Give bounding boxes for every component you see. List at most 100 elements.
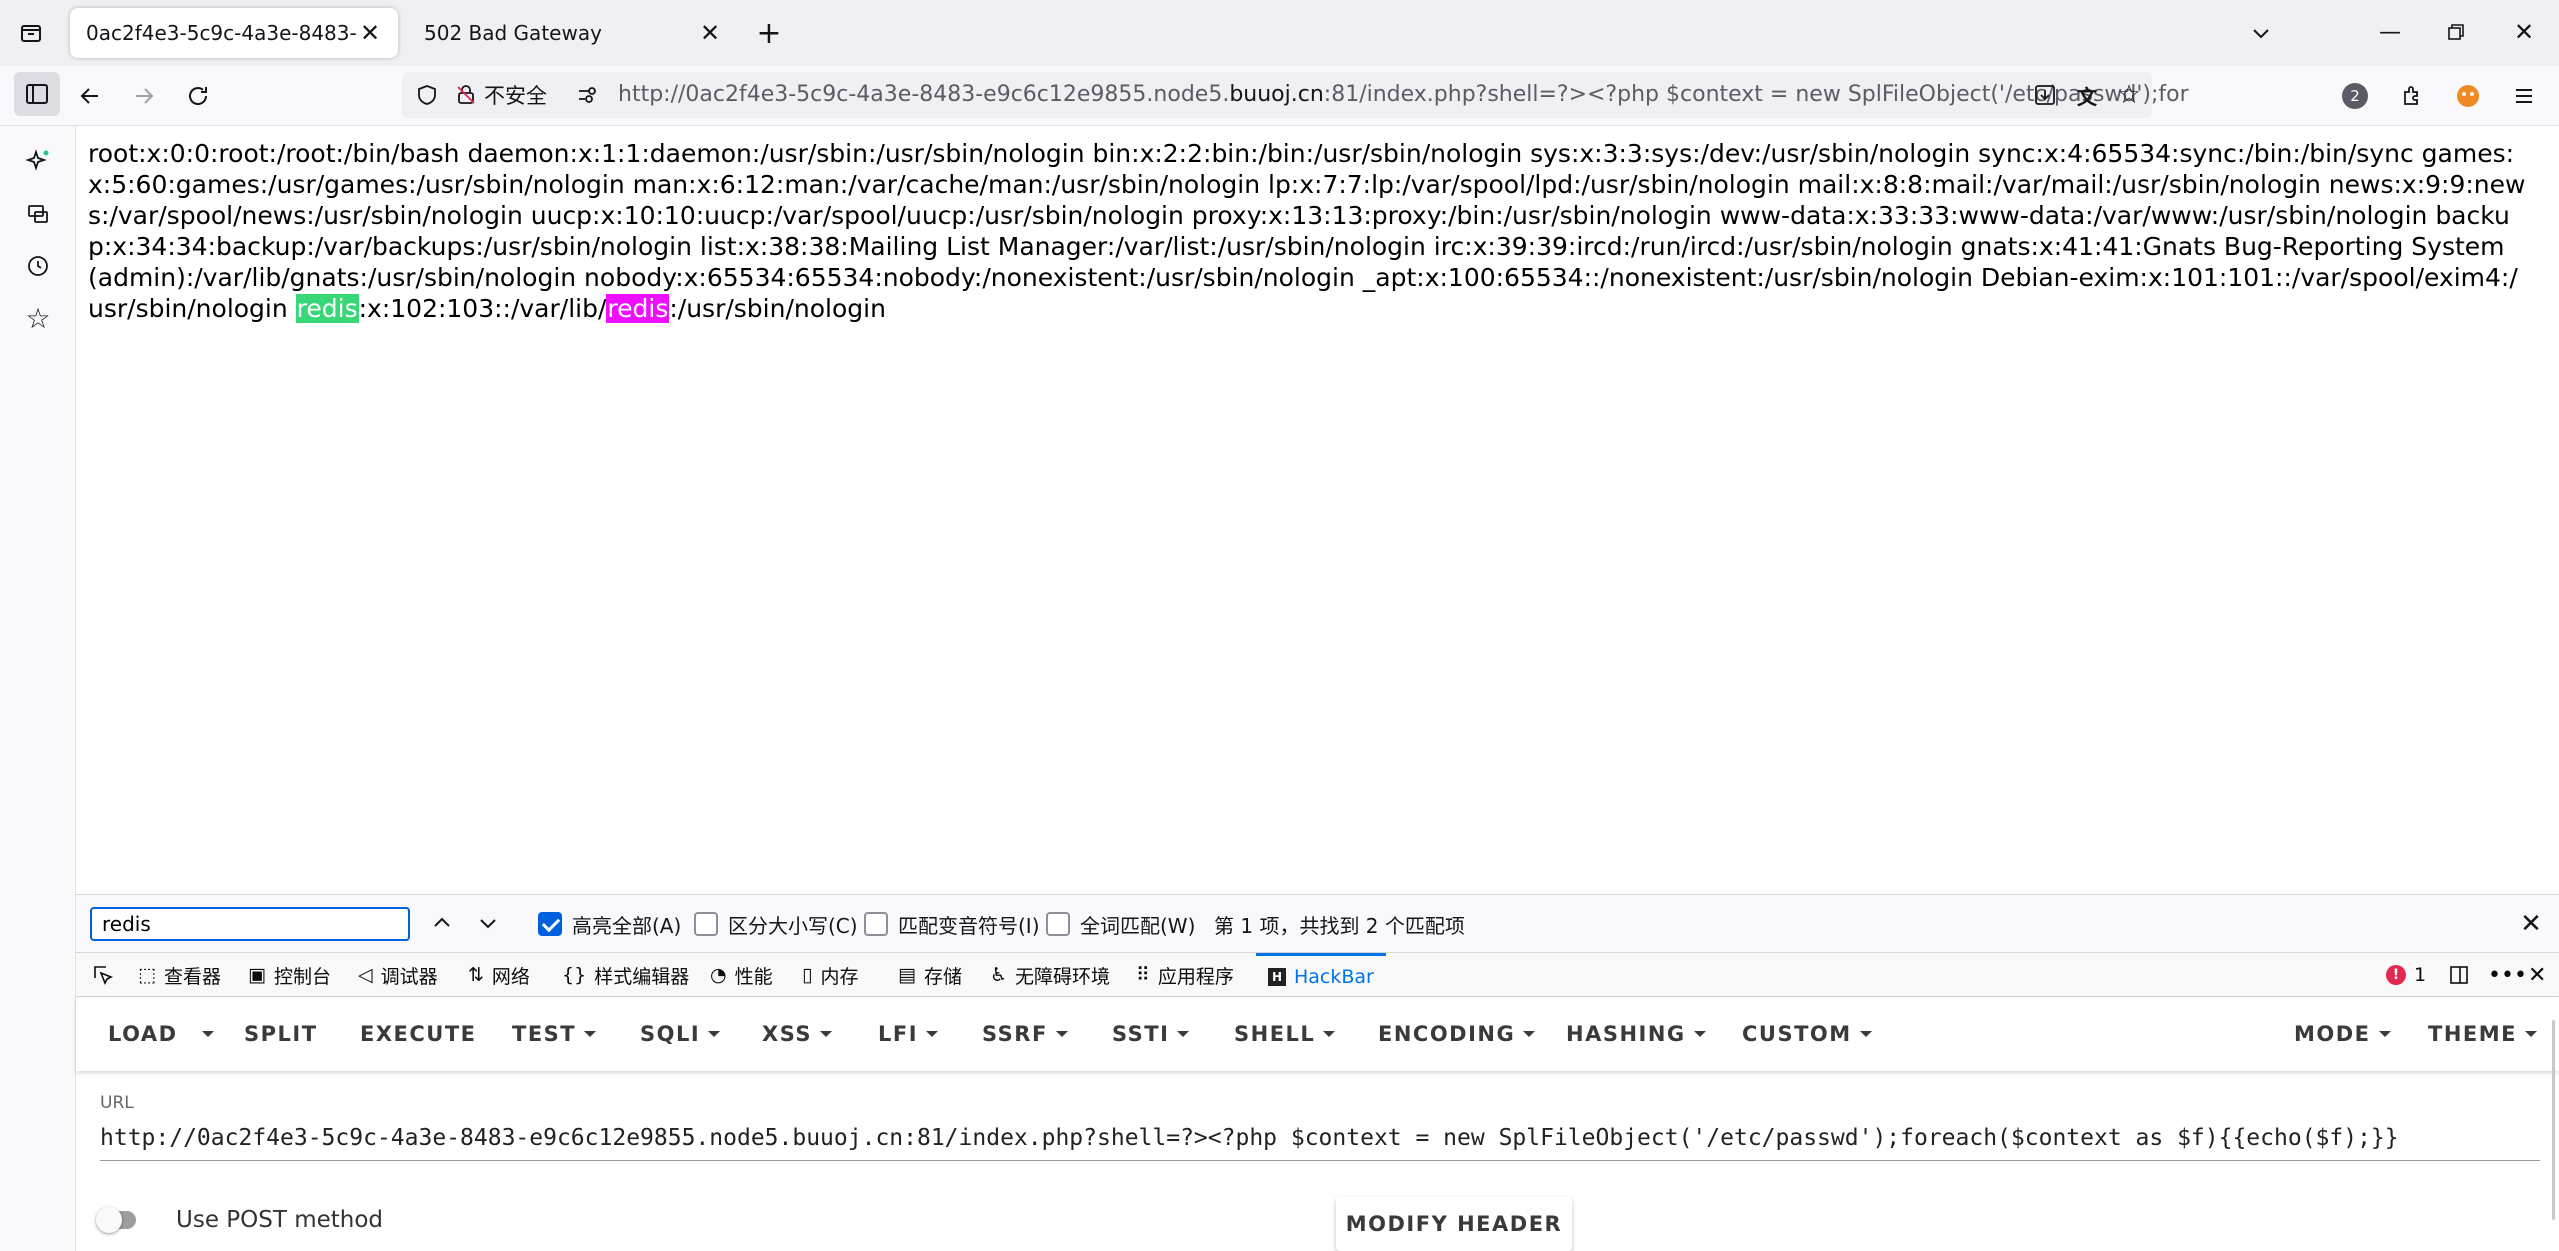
new-tab-icon[interactable]: +	[752, 16, 786, 51]
menu-label: HASHING	[1566, 1022, 1686, 1046]
ai-chat-icon[interactable]	[20, 144, 56, 180]
close-devtools-icon[interactable]: ✕	[2528, 953, 2546, 997]
tab-storage[interactable]: ▤ 存储	[898, 953, 962, 997]
xss-menu[interactable]: XSS	[762, 997, 832, 1071]
notification-badge[interactable]: 2	[2342, 83, 2368, 109]
highlight-all-checkbox[interactable]	[538, 912, 562, 936]
find-result-text: 第 1 项，共找到 2 个匹配项	[1214, 913, 1465, 938]
tab-debugger[interactable]: ◁ 调试器	[358, 953, 438, 997]
tab-label: 性能	[734, 965, 773, 988]
tab-style-editor[interactable]: {} 样式编辑器	[562, 953, 689, 997]
match-diacritics-option[interactable]: 匹配变音符号(I)	[864, 909, 1040, 939]
back-icon[interactable]	[72, 78, 108, 114]
post-method-toggle[interactable]	[96, 1207, 136, 1233]
hackbar-url-input[interactable]: http://0ac2f4e3-5c9c-4a3e-8483-e9c6c12e9…	[100, 1115, 2540, 1161]
caret-down-icon	[1055, 1031, 1068, 1037]
error-count[interactable]: ! 1	[2386, 953, 2426, 997]
tab-label: 内存	[820, 965, 859, 988]
sidebar-toggle-button[interactable]	[14, 72, 60, 116]
translate-icon[interactable]: 文	[2072, 80, 2102, 110]
download-icon[interactable]	[2030, 80, 2060, 110]
whole-words-option[interactable]: 全词匹配(W)	[1046, 909, 1195, 939]
find-next-icon[interactable]	[472, 907, 504, 939]
network-icon: ⇅	[468, 964, 484, 986]
permissions-icon[interactable]	[572, 80, 602, 110]
chevron-down-icon[interactable]	[2244, 16, 2278, 50]
encoding-menu[interactable]: ENCODING	[1378, 997, 1536, 1071]
restore-icon[interactable]	[2436, 14, 2476, 50]
tab-inspector[interactable]: ⬚ 查看器	[138, 953, 221, 997]
tab-label: 存储	[923, 965, 962, 988]
theme-menu[interactable]: THEME	[2428, 997, 2537, 1071]
load-dropdown-button[interactable]	[194, 997, 214, 1071]
star-icon[interactable]: ☆	[2114, 80, 2144, 110]
bookmarks-star-icon[interactable]: ☆	[20, 300, 56, 336]
caret-down-icon	[926, 1031, 939, 1037]
close-icon[interactable]: ✕	[698, 19, 722, 47]
insecure-indicator[interactable]: 不安全	[454, 79, 547, 111]
ssrf-menu[interactable]: SSRF	[982, 997, 1068, 1071]
sqli-menu[interactable]: SQLI	[640, 997, 721, 1071]
tab-console[interactable]: ▣ 控制台	[248, 953, 331, 997]
synced-tabs-icon[interactable]	[20, 196, 56, 232]
window-close-icon[interactable]: ✕	[2504, 14, 2544, 50]
tab-strip: 0ac2f4e3-5c9c-4a3e-8483-e9c6c ✕ 502 Bad …	[0, 0, 2559, 66]
url-text[interactable]: http://0ac2f4e3-5c9c-4a3e-8483-e9c6c12e9…	[618, 72, 2426, 118]
url-bar[interactable]: 不安全 http://0ac2f4e3-5c9c-4a3e-8483-e9c6c…	[402, 72, 2189, 118]
whole-words-checkbox[interactable]	[1046, 912, 1070, 936]
hackbar-icon: H	[1268, 967, 1286, 986]
history-icon[interactable]	[20, 248, 56, 284]
insecure-lock-icon	[457, 85, 475, 104]
execute-button[interactable]: EXECUTE	[360, 997, 477, 1071]
error-count-value: 1	[2414, 964, 2427, 986]
element-picker-icon[interactable]	[86, 953, 120, 997]
match-case-label: 区分大小写(C)	[728, 913, 858, 938]
find-input[interactable]	[90, 907, 410, 941]
insecure-label: 不安全	[484, 84, 547, 108]
match-diacritics-checkbox[interactable]	[864, 912, 888, 936]
highlight-all-option[interactable]: 高亮全部(A)	[538, 909, 681, 939]
console-icon: ▣	[248, 964, 266, 986]
error-icon: !	[2386, 965, 2406, 985]
find-previous-icon[interactable]	[426, 907, 458, 939]
close-icon[interactable]: ✕	[358, 19, 382, 47]
lfi-menu[interactable]: LFI	[878, 997, 939, 1071]
tab-performance[interactable]: ◔ 性能	[710, 953, 773, 997]
shell-menu[interactable]: SHELL	[1234, 997, 1336, 1071]
tab-active[interactable]: 0ac2f4e3-5c9c-4a3e-8483-e9c6c ✕	[70, 8, 398, 58]
close-find-icon[interactable]: ✕	[2514, 907, 2548, 941]
tab-hackbar[interactable]: H HackBar	[1256, 953, 1386, 997]
page-content: root:x:0:0:root:/root:/bin/bash daemon:x…	[88, 138, 2528, 324]
nav-bar: 不安全 http://0ac2f4e3-5c9c-4a3e-8483-e9c6c…	[0, 66, 2559, 126]
extensions-icon[interactable]	[2394, 78, 2430, 114]
passwd-text: :x:102:103::/var/lib/	[358, 294, 607, 323]
split-button[interactable]: SPLIT	[244, 997, 318, 1071]
custom-menu[interactable]: CUSTOM	[1742, 997, 1872, 1071]
match-case-option[interactable]: 区分大小写(C)	[694, 909, 858, 939]
dock-icon[interactable]	[2448, 953, 2470, 997]
caret-down-icon	[1523, 1031, 1536, 1037]
forward-icon[interactable]	[126, 78, 162, 114]
reload-icon[interactable]	[180, 78, 216, 114]
tab-accessibility[interactable]: ♿ 无障碍环境	[990, 953, 1110, 997]
more-options-icon[interactable]: •••	[2488, 953, 2527, 997]
hashing-menu[interactable]: HASHING	[1566, 997, 1706, 1071]
extension-fox-icon[interactable]	[2450, 78, 2486, 114]
match-case-checkbox[interactable]	[694, 912, 718, 936]
tab-memory[interactable]: ▯ 内存	[802, 953, 858, 997]
ssti-menu[interactable]: SSTI	[1112, 997, 1190, 1071]
menu-icon[interactable]	[2506, 78, 2542, 114]
minimize-icon[interactable]: —	[2370, 14, 2410, 50]
mode-menu[interactable]: MODE	[2294, 997, 2391, 1071]
tab-network[interactable]: ⇅ 网络	[468, 953, 530, 997]
tab-application[interactable]: ⠿ 应用程序	[1136, 953, 1234, 997]
tab-list-icon[interactable]	[14, 16, 48, 50]
tab-inactive[interactable]: 502 Bad Gateway ✕	[408, 8, 738, 58]
test-menu[interactable]: TEST	[512, 997, 597, 1071]
caret-down-icon	[2378, 1031, 2391, 1037]
caret-down-icon	[2525, 1031, 2537, 1037]
load-button[interactable]: LOAD	[108, 997, 178, 1071]
shield-icon[interactable]	[412, 80, 442, 110]
hackbar-scrollbar[interactable]	[2552, 1020, 2555, 1220]
modify-header-button[interactable]: MODIFY HEADER	[1336, 1197, 1572, 1251]
